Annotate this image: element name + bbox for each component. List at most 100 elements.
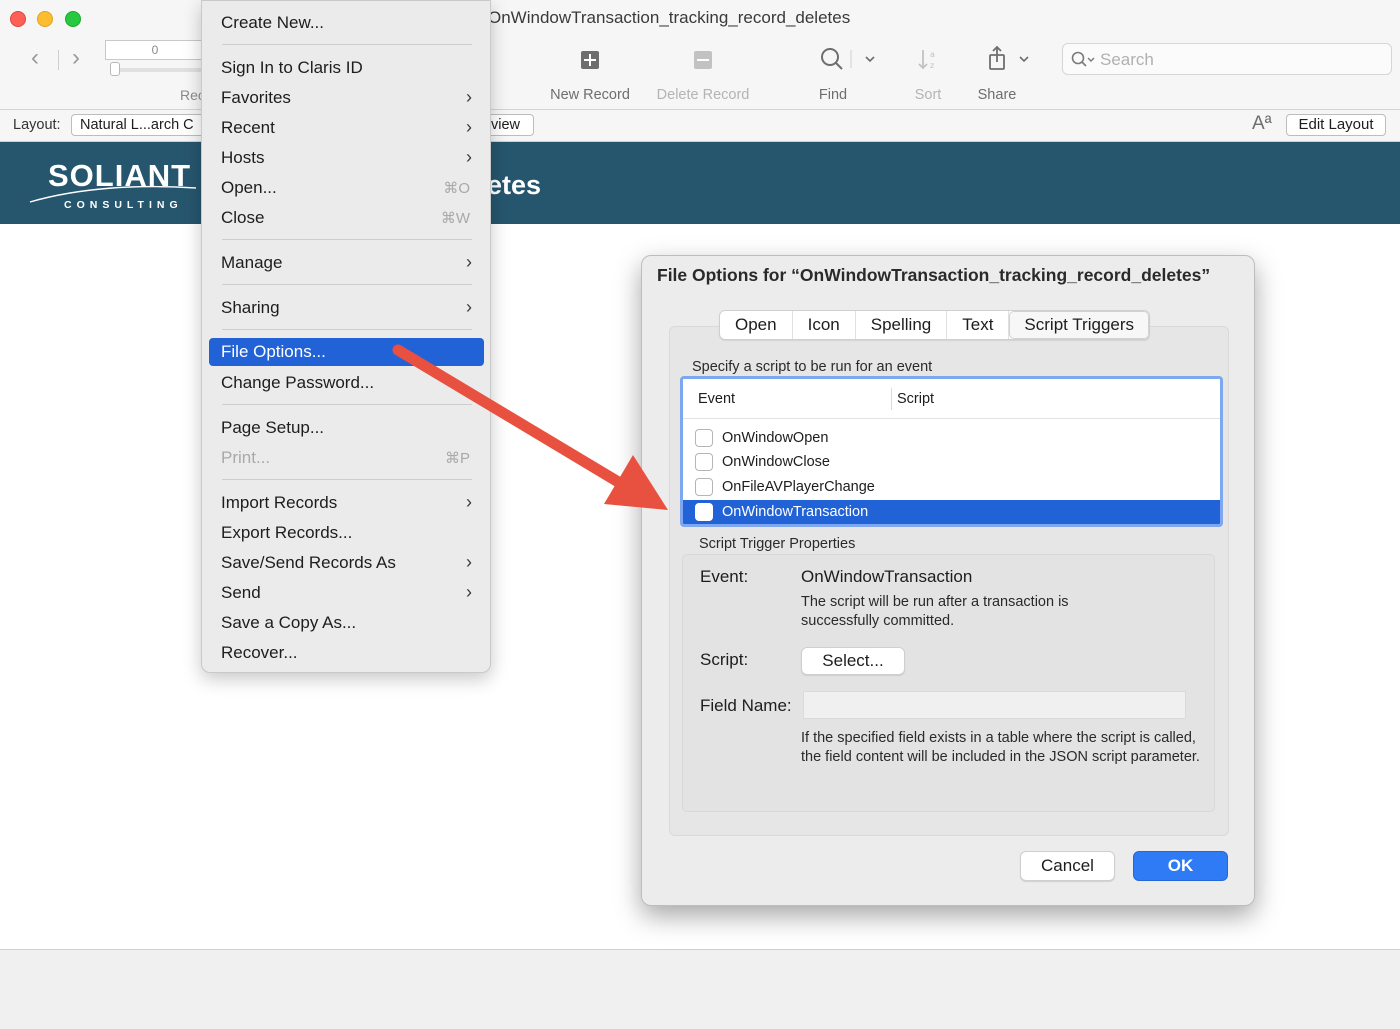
event-checkbox[interactable] xyxy=(695,429,713,447)
menu-item-create-new[interactable]: Create New... xyxy=(209,9,484,37)
event-checkbox[interactable] xyxy=(695,478,713,496)
cancel-button[interactable]: Cancel xyxy=(1020,851,1115,881)
event-description: The script will be run after a transacti… xyxy=(801,594,1069,629)
ok-button[interactable]: OK xyxy=(1133,851,1228,881)
field-name-input[interactable] xyxy=(803,691,1186,719)
menu-item-sharing[interactable]: Sharing › xyxy=(209,294,484,322)
logo-wordmark: SOLIANT xyxy=(48,158,192,193)
event-table-header: Event Script xyxy=(683,379,1220,419)
menu-shortcut: ⌘O xyxy=(443,180,470,197)
field-description: If the specified field exists in a table… xyxy=(801,730,1200,765)
event-row[interactable]: OnWindowClose xyxy=(683,450,1220,474)
menu-item-favorites[interactable]: Favorites › xyxy=(209,84,484,112)
event-table[interactable]: Event Script OnWindowOpen OnWindowClose … xyxy=(680,376,1223,527)
event-row-selected[interactable]: OnWindowTransaction xyxy=(683,500,1220,524)
zoom-window-button[interactable] xyxy=(65,11,81,27)
tab-text[interactable]: Text xyxy=(947,311,1010,339)
tab-open[interactable]: Open xyxy=(720,311,793,339)
field-name-label: Field Name: xyxy=(700,696,792,715)
menu-item-export-records[interactable]: Export Records... xyxy=(209,519,484,547)
menu-item-save-copy[interactable]: Save a Copy As... xyxy=(209,609,484,637)
menu-item-save-send-records[interactable]: Save/Send Records As › xyxy=(209,549,484,577)
svg-text:a: a xyxy=(930,50,935,59)
find-button[interactable]: Find xyxy=(818,44,878,103)
share-button[interactable]: Share xyxy=(978,44,1034,103)
sort-label: Sort xyxy=(914,87,942,103)
tab-script-triggers[interactable]: Script Triggers xyxy=(1009,311,1150,339)
menu-separator xyxy=(222,329,472,330)
menu-item-open[interactable]: Open... ⌘O xyxy=(209,174,484,202)
event-row[interactable]: OnFileAVPlayerChange xyxy=(683,475,1220,499)
edit-layout-button[interactable]: Edit Layout xyxy=(1286,114,1386,136)
specify-script-label: Specify a script to be run for an event xyxy=(692,359,933,375)
chevron-right-icon: › xyxy=(466,492,472,512)
file-menu: Create New... Sign In to Claris ID Favor… xyxy=(201,0,491,673)
menu-item-hosts[interactable]: Hosts › xyxy=(209,144,484,172)
menu-item-recent[interactable]: Recent › xyxy=(209,114,484,142)
trigger-properties-label: Script Trigger Properties xyxy=(699,536,856,552)
menu-item-label: File Options... xyxy=(221,342,326,361)
forward-arrow-icon[interactable]: › xyxy=(72,46,80,70)
text-format-icon[interactable]: Aª xyxy=(1252,113,1272,135)
menu-item-label: Page Setup... xyxy=(221,418,325,437)
menu-item-page-setup[interactable]: Page Setup... xyxy=(209,414,484,442)
chevron-right-icon: › xyxy=(466,252,472,272)
tab-icon[interactable]: Icon xyxy=(793,311,856,339)
event-checkbox[interactable] xyxy=(695,503,713,521)
menu-item-label: Save a Copy As... xyxy=(221,613,357,632)
nav-divider xyxy=(58,50,59,70)
delete-record-icon xyxy=(694,51,712,69)
event-checkbox[interactable] xyxy=(695,453,713,471)
event-name: OnFileAVPlayerChange xyxy=(722,479,875,495)
record-number-field[interactable]: 0 xyxy=(105,40,205,60)
menu-item-import-records[interactable]: Import Records › xyxy=(209,489,484,517)
menu-item-recover[interactable]: Recover... xyxy=(209,639,484,667)
menu-item-sign-in[interactable]: Sign In to Claris ID xyxy=(209,54,484,82)
sort-button[interactable]: a z Sort xyxy=(906,44,950,103)
trigger-properties-panel: Event: OnWindowTransaction The script wi… xyxy=(682,554,1215,812)
back-arrow-icon[interactable]: ‹ xyxy=(31,46,39,70)
column-divider xyxy=(891,388,892,410)
menu-item-change-password[interactable]: Change Password... xyxy=(209,369,484,397)
menu-item-manage[interactable]: Manage › xyxy=(209,249,484,277)
select-script-button[interactable]: Select... xyxy=(801,647,905,675)
menu-item-file-options[interactable]: File Options... xyxy=(209,338,484,366)
minimize-window-button[interactable] xyxy=(37,11,53,27)
menu-item-send[interactable]: Send › xyxy=(209,579,484,607)
delete-record-label: Delete Record xyxy=(656,87,750,103)
layout-label: Layout: xyxy=(13,117,61,133)
sort-icon: a z xyxy=(918,50,935,70)
tab-spelling[interactable]: Spelling xyxy=(856,311,948,339)
new-record-button[interactable]: New Record xyxy=(546,44,634,103)
menu-item-label: Hosts xyxy=(221,148,265,167)
menu-item-label: Manage xyxy=(221,253,283,272)
search-placeholder: Search xyxy=(1100,50,1154,69)
script-label: Script: xyxy=(700,650,749,669)
record-slider-thumb[interactable] xyxy=(110,62,120,76)
chevron-right-icon: › xyxy=(466,147,472,167)
find-icon xyxy=(821,48,875,70)
event-name: OnWindowOpen xyxy=(722,430,829,446)
delete-record-button[interactable]: Delete Record xyxy=(651,44,755,103)
record-slider-track[interactable] xyxy=(112,68,202,72)
menu-item-label: Create New... xyxy=(221,13,324,32)
search-input[interactable]: Search xyxy=(1062,43,1392,75)
event-name: OnWindowClose xyxy=(722,454,830,470)
event-value: OnWindowTransaction xyxy=(801,567,973,586)
menu-separator xyxy=(222,284,472,285)
menu-item-label: Favorites xyxy=(221,88,291,107)
menu-shortcut: ⌘W xyxy=(440,210,470,227)
chevron-right-icon: › xyxy=(466,552,472,572)
menu-item-close[interactable]: Close ⌘W xyxy=(209,204,484,232)
menu-item-label: Change Password... xyxy=(221,373,375,392)
event-column-header[interactable]: Event xyxy=(698,391,735,407)
close-window-button[interactable] xyxy=(10,11,26,27)
menu-item-print: Print... ⌘P xyxy=(209,444,484,472)
status-area xyxy=(0,949,1400,1029)
chevron-right-icon: › xyxy=(466,117,472,137)
view-as-button[interactable]: view xyxy=(486,114,534,136)
layout-select[interactable]: Natural L...arch C xyxy=(71,114,211,136)
event-row[interactable]: OnWindowOpen xyxy=(683,426,1220,450)
share-icon xyxy=(989,45,1029,70)
script-column-header[interactable]: Script xyxy=(897,391,934,407)
